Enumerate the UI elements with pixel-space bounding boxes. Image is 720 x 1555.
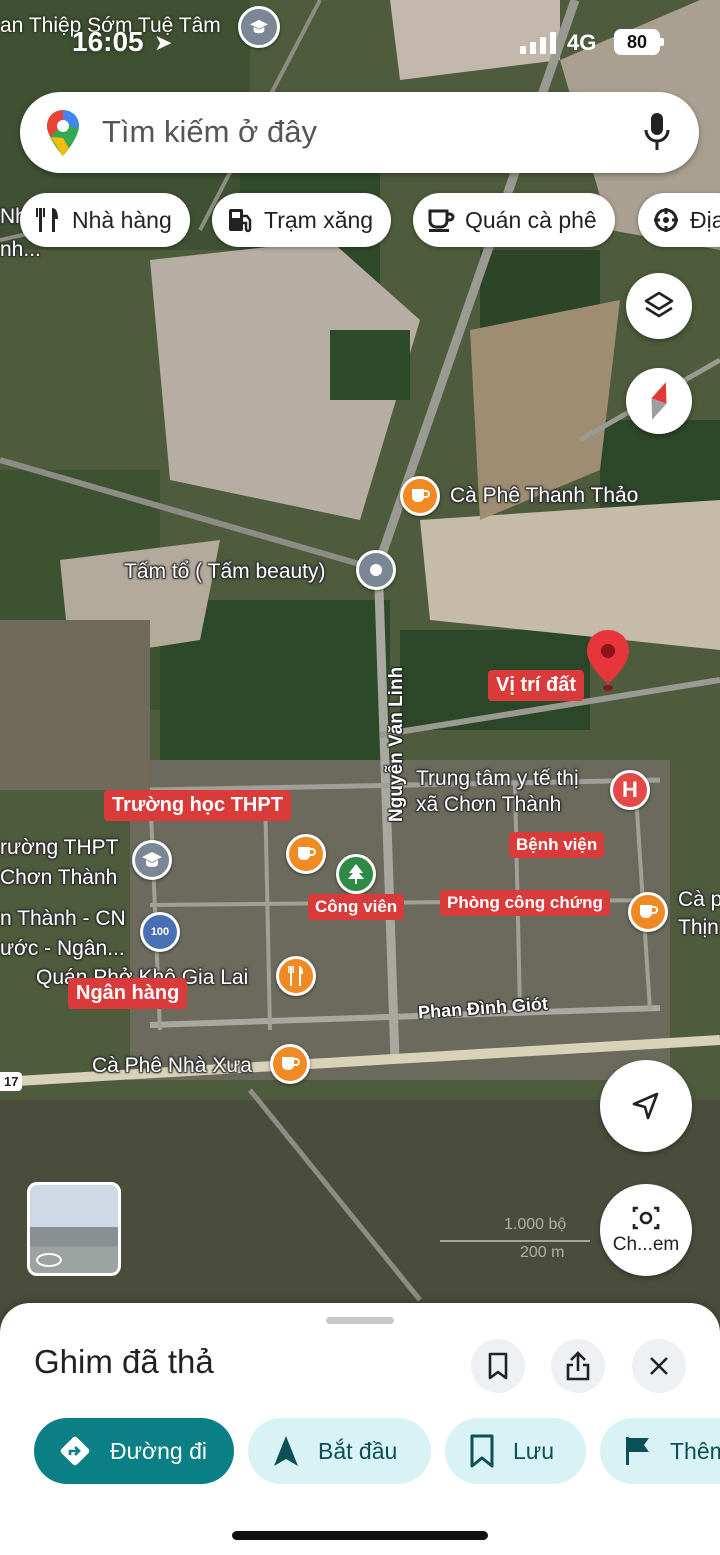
bookmark-icon: [469, 1434, 495, 1468]
poi-cafe-thanh-thao[interactable]: Cà Phê Thanh Thảo: [450, 484, 638, 508]
scale-bar: [440, 1240, 590, 1242]
microphone-icon[interactable]: [644, 112, 670, 152]
navigation-start-icon: [272, 1435, 300, 1467]
clock-time: 16:05: [72, 26, 144, 57]
flag-icon: [624, 1435, 652, 1467]
hospital-icon[interactable]: H: [610, 770, 650, 810]
restaurant-fork-knife-icon[interactable]: [276, 956, 316, 996]
school-icon: [238, 6, 280, 48]
gas-station-icon: [229, 209, 252, 233]
chip-gas-stations[interactable]: Trạm xăng: [212, 193, 392, 247]
chip-label: Quán cà phê: [465, 206, 597, 233]
school-icon[interactable]: [132, 840, 172, 880]
highway-shield: 17: [0, 1072, 23, 1091]
camera-lens-icon: [632, 1206, 660, 1230]
cellular-signal-icon: [520, 32, 556, 54]
bank-icon[interactable]: 100: [140, 912, 180, 952]
chip-attractions[interactable]: Địa: [638, 193, 720, 247]
compass-button[interactable]: [626, 368, 692, 434]
battery-icon: 80: [614, 29, 664, 55]
tag-notary[interactable]: Phòng công chứng: [440, 890, 610, 916]
poi-bank-branch[interactable]: n Thành - CN ước - Ngân...: [0, 904, 126, 964]
google-maps-pin-icon: [47, 110, 79, 156]
home-indicator: [232, 1531, 488, 1540]
fork-knife-icon: [36, 208, 58, 232]
more-button[interactable]: Thêm: [600, 1418, 720, 1484]
chip-label: Trạm xăng: [264, 206, 374, 233]
navigation-arrow-icon: [632, 1092, 659, 1120]
location-services-icon: ➤: [154, 30, 173, 55]
more-label: Thêm: [670, 1437, 720, 1464]
poi-tam-beauty[interactable]: Tấm tổ ( Tấm beauty): [124, 560, 326, 584]
start-button[interactable]: Bắt đầu: [248, 1418, 431, 1484]
chip-label: Địa: [690, 206, 720, 233]
coffee-poi-icon[interactable]: [628, 892, 668, 932]
sheet-drag-handle[interactable]: [326, 1317, 394, 1324]
network-type: 4G: [567, 30, 597, 55]
coffee-poi-icon[interactable]: [286, 834, 326, 874]
poi-cafe-right[interactable]: Cà p Thịn: [678, 886, 720, 942]
share-button[interactable]: [551, 1339, 605, 1393]
start-label: Bắt đầu: [318, 1437, 398, 1464]
park-tree-icon[interactable]: [336, 854, 376, 894]
poi-medical-center[interactable]: Trung tâm y tế thị xã Chơn Thành: [416, 766, 579, 818]
tag-land-location[interactable]: Vị trí đất: [488, 670, 585, 701]
sheet-title: Ghim đã thả: [34, 1343, 214, 1380]
directions-label: Đường đi: [110, 1437, 207, 1464]
share-icon: [566, 1351, 590, 1381]
scale-meters: 200 m: [520, 1244, 565, 1261]
coffee-poi-icon[interactable]: [400, 476, 440, 516]
search-input[interactable]: Tìm kiếm ở đây: [102, 114, 317, 150]
category-chips: Nhà hàng Trạm xăng Quán cà phê Địa: [0, 193, 720, 247]
generic-poi-icon[interactable]: [356, 550, 396, 590]
tag-bank[interactable]: Ngân hàng: [68, 978, 188, 1009]
directions-button[interactable]: Đường đi: [34, 1418, 234, 1484]
directions-icon: [58, 1434, 92, 1468]
chip-label: Nhà hàng: [72, 206, 172, 233]
coffee-poi-icon[interactable]: [270, 1044, 310, 1084]
place-bottom-sheet[interactable]: Ghim đã thả Đường đi Bắt đầu Lưu Thêm: [0, 1303, 720, 1555]
tag-high-school[interactable]: Trường học THPT: [104, 790, 291, 821]
layers-button[interactable]: [626, 273, 692, 339]
save-label: Lưu: [513, 1437, 554, 1464]
bookmark-icon: [488, 1352, 508, 1380]
tag-hospital[interactable]: Bệnh viện: [509, 832, 605, 858]
bookmark-button[interactable]: [471, 1339, 525, 1393]
scale-feet: 1.000 bộ: [504, 1216, 567, 1233]
coffee-cup-icon: [428, 209, 455, 232]
chip-restaurants[interactable]: Nhà hàng: [20, 193, 190, 247]
dropped-pin-icon[interactable]: [586, 630, 630, 697]
tag-park[interactable]: Công viên: [308, 894, 405, 920]
rotate-360-icon: [36, 1253, 62, 1267]
compass-icon: [651, 382, 667, 420]
status-bar: an Thiệp Sớm Tuệ Tâm 16:05 ➤ 4G 80: [0, 0, 720, 80]
attractions-icon: [654, 208, 678, 232]
close-button[interactable]: [632, 1339, 686, 1393]
poi-school-chon-thanh[interactable]: rường THPT Chơn Thành: [0, 833, 118, 893]
close-icon: [650, 1357, 668, 1375]
my-location-button[interactable]: [600, 1060, 692, 1152]
layers-icon: [644, 291, 674, 318]
camera-label: Ch...em: [612, 1234, 680, 1255]
lens-camera-button[interactable]: Ch...em: [600, 1184, 692, 1276]
chip-coffee[interactable]: Quán cà phê: [413, 193, 615, 247]
save-button[interactable]: Lưu: [445, 1418, 586, 1484]
street-view-thumbnail[interactable]: [27, 1182, 121, 1276]
poi-cafe-nha-xua[interactable]: Cà Phê Nhà Xưa: [92, 1054, 252, 1078]
road-label-nguyen-van-linh: Nguyễn Văn Linh: [386, 666, 407, 822]
search-bar[interactable]: Tìm kiếm ở đây: [20, 92, 699, 173]
